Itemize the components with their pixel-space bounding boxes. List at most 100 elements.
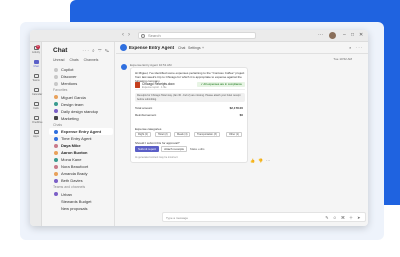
maximize-icon[interactable]: □ bbox=[351, 32, 354, 38]
teal-avatar-icon bbox=[54, 102, 58, 106]
category-chips: Flight (2) Hotel (2) Meals (4) Transport… bbox=[135, 132, 247, 137]
chip-hotel[interactable]: Hotel (2) bbox=[155, 132, 171, 137]
rail-calls[interactable]: Calls bbox=[32, 102, 40, 112]
chat-list-label: Urban bbox=[61, 191, 72, 197]
rail-onedrive[interactable]: OneDrive bbox=[32, 116, 43, 126]
chat-list-item[interactable]: Copilot bbox=[49, 66, 113, 73]
attachment[interactable]: Chicago Receipts.docx Expense report · 1… bbox=[135, 81, 245, 90]
chat-list-item[interactable]: Expense Entry Agent bbox=[49, 128, 113, 135]
panel-tools[interactable]: ··· ⌕ ▽ ✎ bbox=[82, 48, 110, 53]
compose-box[interactable]: Type a message ✎ ☺ ⌘ ＋ ➤ bbox=[162, 212, 366, 222]
rail-chat[interactable]: Chat bbox=[32, 60, 40, 70]
purple-avatar-icon bbox=[54, 192, 58, 196]
title-bar: ‹ › Search ··· – □ ✕ bbox=[30, 30, 368, 42]
chip-transportation[interactable]: Transportation (3) bbox=[194, 132, 220, 137]
chat-list-label: Copilot bbox=[61, 67, 74, 72]
chat-list-label: Favorites bbox=[53, 88, 68, 92]
chat-list-item[interactable]: Time Entry Agent bbox=[49, 135, 113, 142]
ai-disclaimer: AI-generated content may be incorrect bbox=[135, 156, 178, 159]
chat-icon bbox=[33, 60, 39, 64]
chat-list-item[interactable]: Mentions bbox=[49, 80, 113, 87]
reimburse-row: Reimbursement $0 bbox=[135, 113, 245, 118]
chat-list-item[interactable]: Discover bbox=[49, 73, 113, 80]
rail-activity[interactable]: Activity 1 bbox=[32, 45, 40, 56]
make-edits-link[interactable]: Make edits bbox=[190, 147, 205, 151]
submit-report-button[interactable]: Submit report bbox=[135, 146, 159, 152]
chat-list-item[interactable]: Beth Davies bbox=[49, 177, 113, 184]
rail-label: Chat bbox=[33, 65, 39, 68]
search-placeholder: Search bbox=[148, 33, 161, 38]
chat-list-label: Design team bbox=[61, 101, 84, 107]
rail-apps[interactable]: Apps bbox=[32, 130, 40, 140]
compose-tools[interactable]: ✎ ☺ ⌘ ＋ ➤ bbox=[325, 215, 362, 221]
compliance-badge: ✓ All expenses are in compliance bbox=[197, 82, 245, 87]
add-tab-icon[interactable]: + bbox=[202, 46, 204, 50]
chat-list-item[interactable]: New proposals bbox=[49, 205, 113, 212]
categories-label: Expense categories bbox=[135, 127, 162, 131]
kv-key: Total amount bbox=[135, 106, 153, 110]
pink-avatar-icon bbox=[54, 164, 58, 169]
filter-chats[interactable]: Chats bbox=[69, 58, 78, 62]
chat-list-item[interactable]: Stewards Budget bbox=[49, 198, 113, 205]
minimize-icon[interactable]: – bbox=[343, 32, 346, 38]
chat-list-label: Miguel Garcia bbox=[61, 94, 86, 100]
mention-avatar-icon bbox=[54, 81, 58, 86]
forward-icon[interactable]: › bbox=[128, 32, 130, 38]
chat-list-item[interactable]: Aaron Buxton bbox=[49, 149, 113, 156]
filter-channels[interactable]: Channels bbox=[84, 58, 99, 62]
cloud-icon bbox=[33, 116, 39, 120]
phone-icon bbox=[33, 102, 39, 106]
attach-receipts-button[interactable]: Attach receipts bbox=[161, 146, 187, 152]
rail-calendar[interactable]: Calendar bbox=[32, 88, 42, 98]
chip-other[interactable]: Other (1) bbox=[226, 132, 243, 137]
chat-list-label: Chats bbox=[53, 122, 63, 127]
chat-list-item[interactable]: Daya Mike bbox=[49, 142, 113, 149]
panel-title: Chat bbox=[53, 47, 68, 54]
chat-list-label: Stewards Budget bbox=[61, 198, 92, 204]
chat-list-item[interactable]: Mona Kane bbox=[49, 156, 113, 163]
more-options-icon[interactable]: ··· bbox=[318, 32, 323, 38]
chat-list-item[interactable]: Miguel Garcia bbox=[49, 94, 113, 101]
orange-avatar-icon bbox=[54, 95, 58, 99]
conversation-pane: Expense Entry Agent Chat Settings + ⌕ ··… bbox=[116, 42, 368, 226]
purple-avatar-icon bbox=[54, 109, 58, 113]
close-icon[interactable]: ✕ bbox=[359, 32, 363, 38]
blue-avatar-icon bbox=[54, 136, 58, 141]
message-timestamp: Tue 10:52 AM bbox=[333, 57, 352, 61]
compose-placeholder: Type a message bbox=[166, 215, 189, 220]
filter-unread[interactable]: Unread bbox=[53, 58, 64, 62]
chat-list-item[interactable]: Daily design standup bbox=[49, 108, 113, 115]
attachment-meta: Expense report · 1 file bbox=[142, 85, 167, 89]
marketing-stage: ‹ › Search ··· – □ ✕ Activity 1 Chat Tea… bbox=[0, 0, 400, 257]
chat-header: Expense Entry Agent Chat Settings + ⌕ ··… bbox=[116, 42, 368, 54]
rail-teams[interactable]: Teams bbox=[32, 74, 40, 84]
document-icon bbox=[135, 82, 140, 88]
chat-list-label: Expense Entry Agent bbox=[61, 129, 102, 134]
reaction-bar[interactable]: 👍 👎 ⋯ bbox=[250, 158, 271, 163]
notification-badge: 1 bbox=[36, 45, 40, 49]
copilot-avatar-icon bbox=[54, 67, 58, 72]
rail-label: Teams bbox=[32, 79, 40, 82]
kv-value: $0 bbox=[239, 113, 243, 117]
tab-settings[interactable]: Settings bbox=[188, 46, 201, 50]
missing-receipt-warning: Receipts for Chicago Hotel stay (Jan 30 … bbox=[135, 93, 245, 102]
rail-label: Calls bbox=[33, 107, 39, 110]
chip-meals[interactable]: Meals (4) bbox=[174, 132, 191, 137]
chat-list-item[interactable]: Marketing bbox=[49, 115, 113, 122]
chat-list-panel: Chat ··· ⌕ ▽ ✎ Unread Chats Channels Cop… bbox=[43, 42, 115, 226]
rail-label: Apps bbox=[33, 135, 39, 138]
chat-list-item[interactable]: Design team bbox=[49, 101, 113, 108]
chat-list-label: Mentions bbox=[61, 81, 78, 86]
avatar[interactable] bbox=[329, 32, 336, 39]
search-input[interactable]: Search bbox=[138, 32, 256, 39]
back-icon[interactable]: ‹ bbox=[122, 32, 124, 38]
tab-chat[interactable]: Chat bbox=[178, 46, 185, 50]
chat-title: Expense Entry Agent bbox=[129, 45, 175, 50]
chat-list-item[interactable]: Amanda Brady bbox=[49, 170, 113, 177]
chat-list-item[interactable]: Nora Beaufoort bbox=[49, 163, 113, 170]
chip-flight[interactable]: Flight (2) bbox=[135, 132, 151, 137]
chat-list-item[interactable]: Urban bbox=[49, 191, 113, 198]
chat-list-label: Aaron Buxton bbox=[61, 150, 88, 155]
header-tools[interactable]: ⌕ ··· bbox=[349, 45, 364, 50]
rail-label: Activity bbox=[32, 51, 40, 54]
